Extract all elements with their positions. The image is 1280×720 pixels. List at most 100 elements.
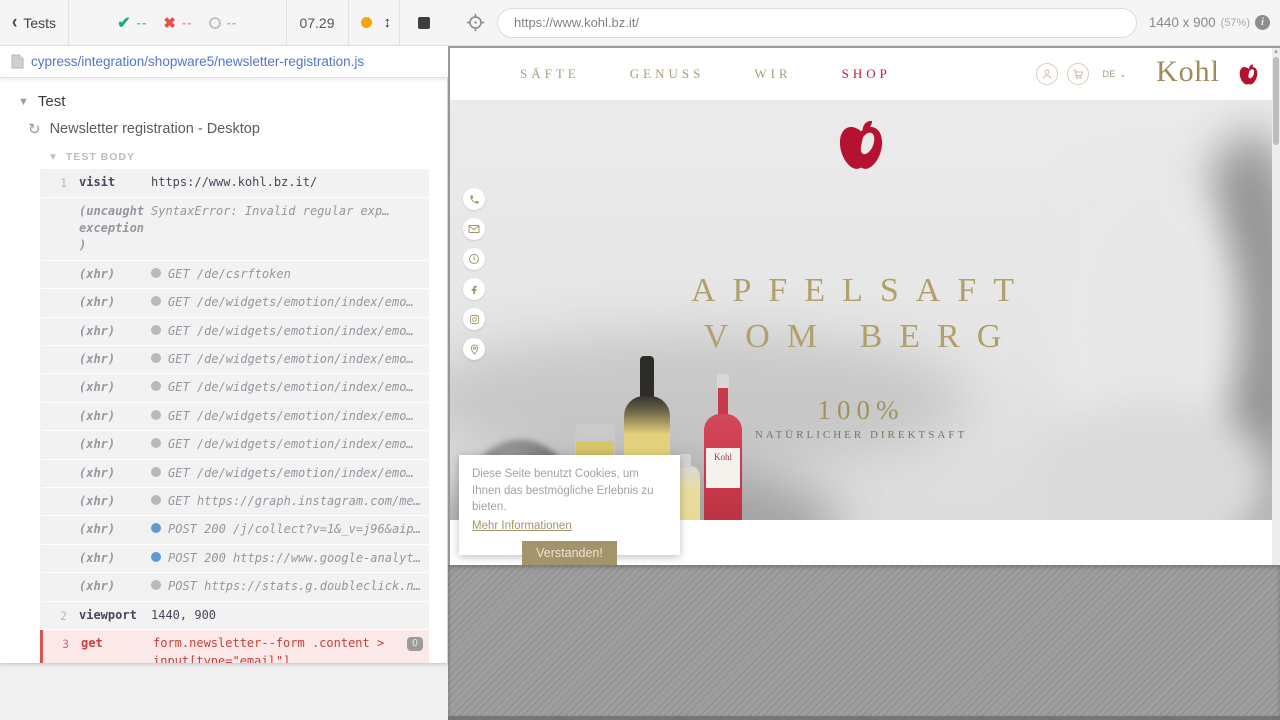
selector-playground-icon[interactable] (466, 13, 485, 32)
command-row-visit[interactable]: 1visithttps://www.kohl.bz.it/ (41, 169, 429, 198)
cart-icon[interactable] (1067, 63, 1089, 85)
test-body-toggle[interactable]: ▼ TEST BODY (0, 145, 447, 169)
scrollbar-thumb[interactable] (1273, 57, 1279, 145)
command-row-viewport[interactable]: 2viewport1440, 900 (41, 602, 429, 631)
stat-passed[interactable]: ✔ -- (117, 13, 147, 33)
command-message: 1440, 900 (151, 607, 423, 625)
command-number (41, 550, 67, 567)
phone-icon[interactable] (463, 188, 485, 210)
command-row-xhr[interactable]: (xhr)GET /de/widgets/emotion/index/emo… (41, 346, 429, 374)
stop-button[interactable] (418, 17, 430, 29)
command-number (41, 408, 67, 425)
hero-title-line1: APFELSAFT (450, 268, 1272, 314)
back-to-tests-button[interactable]: ‹ Tests (0, 0, 69, 45)
command-number (41, 578, 67, 595)
site-logo[interactable]: Kohl (1156, 55, 1220, 89)
command-number (41, 294, 67, 311)
pending-count: -- (227, 15, 238, 30)
command-name: (xhr) (67, 351, 151, 368)
passed-count: -- (137, 15, 148, 30)
command-row-xhr[interactable]: (xhr)GET /de/widgets/emotion/index/emo… (41, 318, 429, 346)
stat-pending[interactable]: -- (209, 15, 238, 30)
aut-scrollbar[interactable]: ▲ (1272, 48, 1280, 565)
mail-icon[interactable] (463, 218, 485, 240)
nav-link-genuss[interactable]: GENUSS (630, 66, 705, 82)
stop-section (400, 0, 448, 45)
cookie-text: Diese Seite benutzt Cookies, um Ihnen da… (472, 466, 667, 516)
command-row-xhr[interactable]: (xhr)GET /de/widgets/emotion/index/emo… (41, 460, 429, 488)
account-icon[interactable] (1036, 63, 1058, 85)
spec-path-link[interactable]: cypress/integration/shopware5/newsletter… (31, 54, 364, 69)
scroll-arrows-icon[interactable]: ↕ (384, 14, 392, 31)
suite-title: Test (38, 93, 66, 110)
location-icon[interactable] (463, 338, 485, 360)
aut-url-bar[interactable]: https://www.kohl.bz.it/ (497, 8, 1137, 38)
social-sidebar (463, 188, 485, 360)
test-list: ▼ Test ↻ Newsletter registration - Deskt… (0, 78, 448, 663)
command-row-uncaughtexception[interactable]: (uncaught exception)SyntaxError: Invalid… (41, 198, 429, 261)
auto-scrolling-indicator[interactable] (361, 17, 372, 28)
running-spinner-icon: ↻ (28, 122, 41, 137)
scrollbar-up-arrow[interactable]: ▲ (1272, 48, 1280, 56)
test-stats: ✔ -- ✖ -- -- (69, 0, 286, 45)
cookie-more-info-link[interactable]: Mehr Informationen (472, 520, 572, 532)
reporter-sidebar: cypress/integration/shopware5/newsletter… (0, 46, 448, 720)
stat-failed[interactable]: ✖ -- (163, 14, 192, 32)
xhr-status-dot (151, 268, 161, 278)
command-message: GET /de/csrftoken (151, 266, 423, 283)
nav-link-wir[interactable]: WIR (754, 66, 791, 82)
command-number (41, 379, 67, 396)
command-message: POST 200 /j/collect?v=1&_v=j96&aip=1&a=1… (151, 521, 423, 538)
facebook-icon[interactable] (463, 278, 485, 300)
command-row-xhr[interactable]: (xhr)GET /de/widgets/emotion/index/emo… (41, 431, 429, 459)
runner-header-right: https://www.kohl.bz.it/ 1440 x 900 (57%)… (448, 0, 1280, 45)
suite-row[interactable]: ▼ Test (0, 87, 447, 116)
command-row-xhr[interactable]: (xhr)GET https://graph.instagram.com/me/… (41, 488, 429, 516)
command-row-xhr[interactable]: (xhr)GET /de/widgets/emotion/index/emo… (41, 403, 429, 431)
command-message: GET https://graph.instagram.com/me/media… (151, 493, 423, 510)
command-message: GET /de/widgets/emotion/index/emo… (151, 323, 423, 340)
nav-link-sfte[interactable]: SÄFTE (520, 66, 580, 82)
clock-icon[interactable] (463, 248, 485, 270)
bottle-cap (679, 454, 691, 468)
active-test-row[interactable]: ↻ Newsletter registration - Desktop (0, 116, 447, 145)
language-label: DE (1102, 69, 1116, 79)
command-row-xhr[interactable]: (xhr)POST https://stats.g.doubleclick.ne… (41, 573, 429, 601)
bottle-label: Kohl (706, 448, 740, 488)
info-icon[interactable]: i (1255, 15, 1270, 30)
command-row-xhr[interactable]: (xhr)GET /de/widgets/emotion/index/emo… (41, 374, 429, 402)
command-number: 1 (41, 174, 67, 192)
command-message: GET /de/widgets/emotion/index/emo… (151, 465, 423, 482)
command-message: GET /de/widgets/emotion/index/emo… (151, 294, 423, 311)
aut-url: https://www.kohl.bz.it/ (514, 15, 639, 30)
command-number (41, 323, 67, 340)
command-message: GET /de/widgets/emotion/index/emo… (151, 379, 423, 396)
cookie-accept-button[interactable]: Verstanden! (522, 541, 617, 565)
kohl-apple-logo-icon (838, 120, 884, 170)
command-row-xhr[interactable]: (xhr)POST 200 /j/collect?v=1&_v=j96&aip=… (41, 516, 429, 544)
language-switcher[interactable]: DE ⌄ (1102, 69, 1127, 80)
cypress-runner-window: ‹ Tests ✔ -- ✖ -- -- 07.29 (0, 0, 1280, 720)
command-number (41, 203, 67, 255)
nav-link-shop[interactable]: SHOP (842, 66, 891, 82)
command-name: (xhr) (67, 294, 151, 311)
command-row-xhr[interactable]: (xhr)GET /de/csrftoken (41, 261, 429, 289)
xhr-status-dot (151, 325, 161, 335)
command-message: POST https://stats.g.doubleclick.net/j/c… (151, 578, 423, 595)
check-icon: ✔ (117, 13, 130, 33)
viewport-size: 1440 x 900 (1149, 15, 1216, 30)
xhr-status-dot (151, 381, 161, 391)
command-name: (xhr) (67, 323, 151, 340)
command-row-xhr[interactable]: (xhr)GET /de/widgets/emotion/index/emo… (41, 289, 429, 317)
command-row-xhr[interactable]: (xhr)POST 200 https://www.google-analyti… (41, 545, 429, 573)
command-row-get[interactable]: 3getform.newsletter--form .content > inp… (40, 630, 429, 663)
cookie-banner: Diese Seite benutzt Cookies, um Ihnen da… (459, 455, 680, 555)
command-message: GET /de/widgets/emotion/index/emo… (151, 351, 423, 368)
xhr-status-dot (151, 410, 161, 420)
circle-icon (209, 17, 221, 29)
viewport-scale: (57%) (1221, 17, 1250, 29)
spec-path-bar: cypress/integration/shopware5/newsletter… (0, 46, 448, 78)
instagram-icon[interactable] (463, 308, 485, 330)
viewport-info: 1440 x 900 (57%) i (1149, 15, 1270, 30)
xhr-status-dot (151, 438, 161, 448)
